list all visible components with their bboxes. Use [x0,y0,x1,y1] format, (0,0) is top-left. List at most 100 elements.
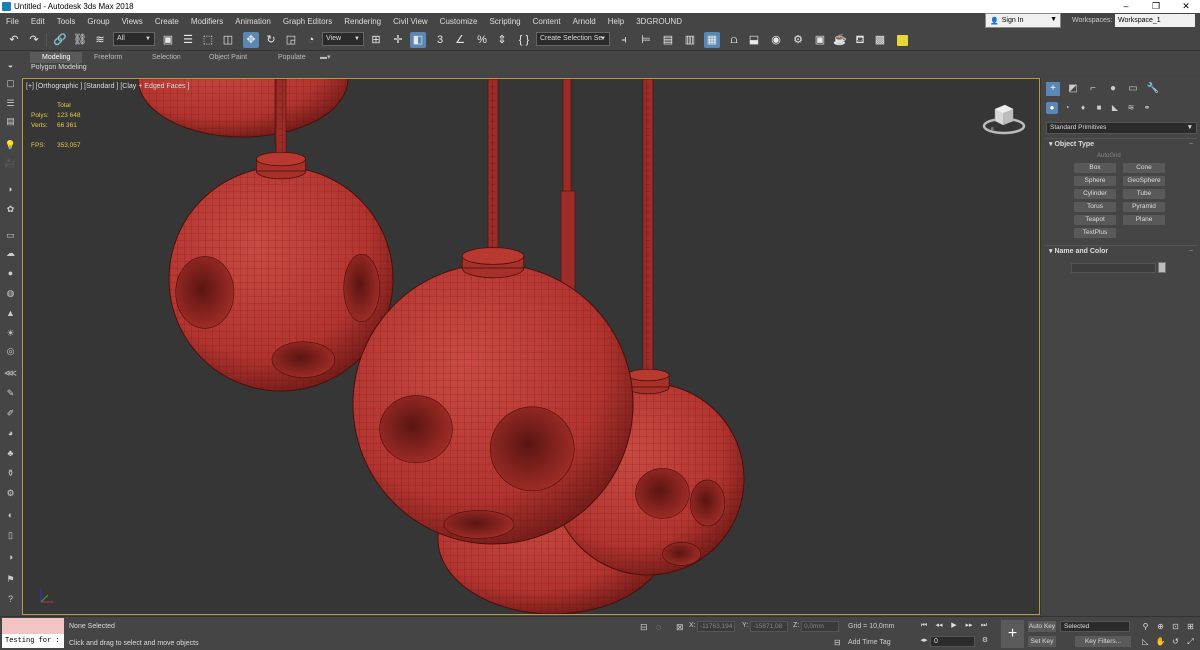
effects-icon[interactable]: ✿ [3,202,18,216]
previous-frame-icon[interactable]: ◂◂ [934,621,944,631]
lights-icon[interactable]: ♦ [1077,102,1089,114]
viewport-layout-icon[interactable]: ◒ [3,58,18,72]
current-frame-field[interactable]: 0 [930,636,975,647]
pivot-center-icon[interactable]: ⊞ [368,32,384,48]
shapes-icon[interactable]: ◔ [1061,102,1073,114]
zoom-icon[interactable]: ⚲ [1140,621,1151,632]
tab-selection[interactable]: Selection [140,52,193,63]
set-key-icon[interactable]: + [1001,620,1024,648]
named-selection-set-dropdown[interactable]: Create Selection Se ▼ [536,32,610,46]
layer-list-icon[interactable]: ▤ [3,114,18,128]
orbit-icon[interactable]: ↺ [1170,636,1181,647]
z-coordinate-field[interactable]: 0,0mm [801,621,839,632]
viewport-orthographic[interactable]: [+] [Orthographic ] [Standard ] [Clay + … [22,78,1040,615]
sphere-button[interactable]: Sphere [1074,176,1116,186]
selection-filter-dropdown[interactable]: All ▼ [113,32,155,46]
menu-views[interactable]: Views [116,17,149,26]
auto-key-button[interactable]: Auto Key [1028,621,1056,632]
maxscript-listener-macro[interactable] [2,618,64,634]
link-icon[interactable]: 🔗 [52,32,68,48]
manipulate-icon[interactable]: ✛ [390,32,406,48]
modify-tab-icon[interactable]: ◩ [1066,82,1080,96]
y-coordinate-field[interactable]: -15871,08 [750,621,788,632]
menu-customize[interactable]: Customize [434,17,484,26]
menu-tools[interactable]: Tools [51,17,82,26]
wrap-icon[interactable]: ◍ [3,286,18,300]
cameras-icon[interactable]: ■ [1093,102,1105,114]
menu-scripting[interactable]: Scripting [483,17,526,26]
viewport-label[interactable]: [+] [Orthographic ] [Standard ] [Clay + … [26,83,189,90]
menu-animation[interactable]: Animation [229,17,277,26]
menu-file[interactable]: File [0,17,25,26]
tag-icon[interactable]: ⚑ [3,572,18,586]
menu-modifiers[interactable]: Modifiers [185,17,229,26]
select-and-move-icon[interactable]: ✥ [243,32,259,48]
select-object-icon[interactable]: ▣ [160,32,176,48]
light-icon[interactable]: 💡 [3,138,18,152]
workspace-dropdown[interactable]: Workspace_1 [1115,14,1195,27]
key-filters-button[interactable]: Key Filters... [1075,636,1131,647]
go-to-end-icon[interactable]: ⏭ [979,621,989,631]
space-warps-icon[interactable]: ≋ [1125,102,1137,114]
pyramid-button[interactable]: Pyramid [1123,202,1165,212]
globe-icon[interactable]: ◕ [3,426,18,440]
menu-rendering[interactable]: Rendering [338,17,387,26]
material-editor-icon[interactable]: ◉ [768,32,784,48]
menu-help[interactable]: Help [602,17,630,26]
menu-3dground[interactable]: 3DGROUND [630,17,688,26]
field-of-view-icon[interactable]: ◺ [1140,636,1151,647]
viewcube-icon[interactable]: S [981,99,1027,139]
minimize-button[interactable]: – [1112,0,1140,13]
rectangular-selection-icon[interactable]: ⬚ [200,32,216,48]
zoom-extents-icon[interactable]: ⊡ [1170,621,1181,632]
helpers-icon[interactable]: ◣ [1109,102,1121,114]
cylinder-button[interactable]: Cylinder [1074,189,1116,199]
cone-icon[interactable]: ▲ [3,306,18,320]
time-tag-icon[interactable]: ⊟ [834,638,841,647]
select-by-name-icon[interactable]: ☰ [180,32,196,48]
disc-icon[interactable]: ◎ [3,344,18,358]
window-crossing-icon[interactable]: ◫ [220,32,236,48]
time-config-icon[interactable]: ⚙ [980,636,990,646]
teapot-button[interactable]: Teapot [1074,215,1116,225]
ribbon-options-icon[interactable]: ▬▾ [316,52,335,63]
selection-set-dropdown[interactable]: Selected [1060,621,1130,632]
go-to-start-icon[interactable]: ⏮ [919,621,929,631]
next-frame-icon[interactable]: ▸▸ [964,621,974,631]
menu-group[interactable]: Group [81,17,115,26]
reference-coordinate-dropdown[interactable]: View ▼ [322,32,364,46]
render-production-icon[interactable]: ☕ [832,32,848,48]
textplus-button[interactable]: TextPlus [1074,228,1116,238]
zoom-all-icon[interactable]: ⊕ [1155,621,1166,632]
select-and-place-icon[interactable]: ◔ [303,32,319,48]
menu-civil-view[interactable]: Civil View [387,17,434,26]
motion-tab-icon[interactable]: ● [1106,82,1120,96]
edit-named-selection-icon[interactable]: { } [516,32,532,48]
paint-icon[interactable]: ✐ [3,406,18,420]
menu-edit[interactable]: Edit [25,17,51,26]
tab-freeform[interactable]: Freeform [82,52,134,63]
plane-button[interactable]: Plane [1123,215,1165,225]
snaps-toggle-icon[interactable]: 3 [432,32,448,48]
zoom-extents-all-icon[interactable]: ⊞ [1185,621,1196,632]
hierarchy-tab-icon[interactable]: ⌐ [1086,82,1100,96]
menu-arnold[interactable]: Arnold [567,17,602,26]
sun-icon[interactable]: ☀ [3,326,18,340]
systems-icon[interactable]: ⚭ [1141,102,1153,114]
tab-object-paint[interactable]: Object Paint [197,52,259,63]
set-key-button[interactable]: Set Key [1028,636,1056,647]
geosphere-button[interactable]: GeoSphere [1123,176,1165,186]
schematic-view-icon[interactable]: ⬓ [746,32,762,48]
render-setup-icon[interactable]: ⚙ [790,32,806,48]
rollout-name-and-color[interactable]: ▾ Name and Color − [1045,245,1197,257]
bottle-icon[interactable]: ⚱ [3,466,18,480]
sphere-material-icon[interactable]: ◐ [3,508,18,522]
plant-icon[interactable]: ♣ [3,446,18,460]
select-and-scale-icon[interactable]: ◲ [283,32,299,48]
curve-editor-icon[interactable]: ⩍ [726,32,742,48]
pan-icon[interactable]: ✋ [1155,636,1166,647]
create-tab-icon[interactable]: + [1046,82,1060,96]
autogrid-checkbox[interactable]: AutoGrid [1097,153,1121,159]
bind-space-warp-icon[interactable]: ≋ [92,32,108,48]
display-tab-icon[interactable]: ▭ [1126,82,1140,96]
